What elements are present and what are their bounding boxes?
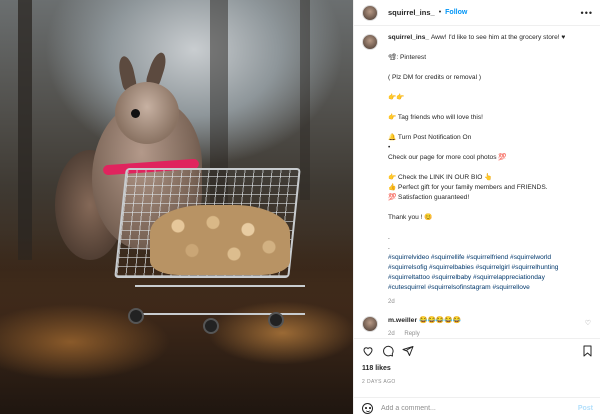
hashtag-line[interactable]: #squirrelvideo #squirrellife #squirrelfr… bbox=[388, 253, 593, 263]
heart-icon[interactable] bbox=[362, 345, 374, 357]
hashtags[interactable]: #squirrelvideo #squirrellife #squirrelfr… bbox=[388, 253, 593, 293]
separator-dot: • bbox=[438, 9, 442, 16]
comment-text: 😂😂😂😂😂 bbox=[418, 317, 462, 324]
hashtag-line[interactable]: #squirreltattoo #squirrelbaby #squirrela… bbox=[388, 273, 593, 283]
post-photo[interactable] bbox=[0, 0, 353, 414]
comments-section[interactable]: squirrel_ins_ Aww! I'd like to see him a… bbox=[354, 27, 600, 337]
caption-line: 🔔 Turn Post Notification On bbox=[388, 134, 472, 141]
comment-input[interactable] bbox=[381, 405, 556, 412]
comment-time: 2d bbox=[388, 331, 395, 337]
caption-line: . bbox=[388, 244, 390, 251]
action-bar bbox=[354, 338, 600, 362]
cart-wheel bbox=[203, 318, 219, 334]
add-comment-bar: Post bbox=[354, 397, 600, 414]
squirrel-eye bbox=[131, 109, 140, 118]
smile-icon[interactable] bbox=[362, 403, 373, 414]
caption-text: squirrel_ins_ Aww! I'd like to see him a… bbox=[388, 33, 593, 307]
reply-button[interactable]: Reply bbox=[404, 331, 419, 337]
hashtag-line[interactable]: #cutesquirrel #squirrelsofinstagram #squ… bbox=[388, 283, 593, 293]
avatar[interactable] bbox=[362, 316, 378, 332]
caption-line: Check our page for more cool photos 💯 bbox=[388, 154, 507, 161]
squirrel-head bbox=[115, 82, 179, 144]
more-horizontal-icon[interactable]: ••• bbox=[581, 8, 593, 18]
heart-icon[interactable]: ♡ bbox=[585, 319, 591, 327]
cart-wheel bbox=[128, 308, 144, 324]
likes-count[interactable]: 118 likes bbox=[362, 365, 391, 372]
avatar[interactable] bbox=[362, 4, 378, 21]
comment-body: m.weiller 😂😂😂😂😂 2d Reply bbox=[388, 316, 461, 337]
avatar[interactable] bbox=[362, 34, 378, 50]
caption-line: 👉 Tag friends who will love this! bbox=[388, 114, 483, 121]
header-username[interactable]: squirrel_ins_ bbox=[388, 8, 435, 17]
caption-line: 📽: Pinterest bbox=[388, 54, 427, 61]
follow-button[interactable]: Follow bbox=[445, 9, 467, 16]
post-button[interactable]: Post bbox=[578, 405, 593, 412]
background-tree bbox=[300, 0, 310, 200]
cart-wheel bbox=[268, 312, 284, 328]
caption-line: . bbox=[388, 234, 390, 241]
bookmark-icon[interactable] bbox=[582, 345, 593, 357]
hashtag-line[interactable]: #squirrelsofig #squirrelbabies #squirrel… bbox=[388, 263, 593, 273]
caption-username[interactable]: squirrel_ins_ bbox=[388, 34, 429, 41]
caption-line: 💯 Satisfaction guaranteed! bbox=[388, 194, 470, 201]
peanuts bbox=[150, 205, 290, 275]
comment-item: m.weiller 😂😂😂😂😂 2d Reply ♡ bbox=[362, 316, 593, 337]
comment-icon[interactable] bbox=[382, 345, 394, 357]
caption-line: 👉 Check the LINK IN OUR BIO 👆 bbox=[388, 174, 493, 181]
caption-line: 👉👉 bbox=[388, 94, 405, 101]
caption-time: 2d bbox=[388, 299, 395, 305]
caption-line: Thank you ! 😊 bbox=[388, 214, 433, 221]
send-icon[interactable] bbox=[402, 345, 414, 357]
caption-line: 👍 Perfect gift for your family members a… bbox=[388, 184, 548, 191]
comment-username[interactable]: m.weiller bbox=[388, 317, 417, 324]
post-timestamp: 2 DAYS AGO bbox=[362, 379, 396, 385]
post-side-panel: squirrel_ins_ • Follow ••• squirrel_ins_… bbox=[353, 0, 600, 414]
post-header: squirrel_ins_ • Follow ••• bbox=[354, 0, 600, 26]
caption-line: ( Plz DM for credits or removal ) bbox=[388, 74, 482, 81]
cart-base bbox=[135, 285, 305, 315]
caption-first-line: Aww! I'd like to see him at the grocery … bbox=[430, 34, 566, 41]
comment-meta: 2d Reply bbox=[388, 329, 461, 337]
background-tree bbox=[18, 0, 32, 260]
caption: squirrel_ins_ Aww! I'd like to see him a… bbox=[362, 33, 593, 307]
caption-line: • bbox=[388, 144, 391, 151]
